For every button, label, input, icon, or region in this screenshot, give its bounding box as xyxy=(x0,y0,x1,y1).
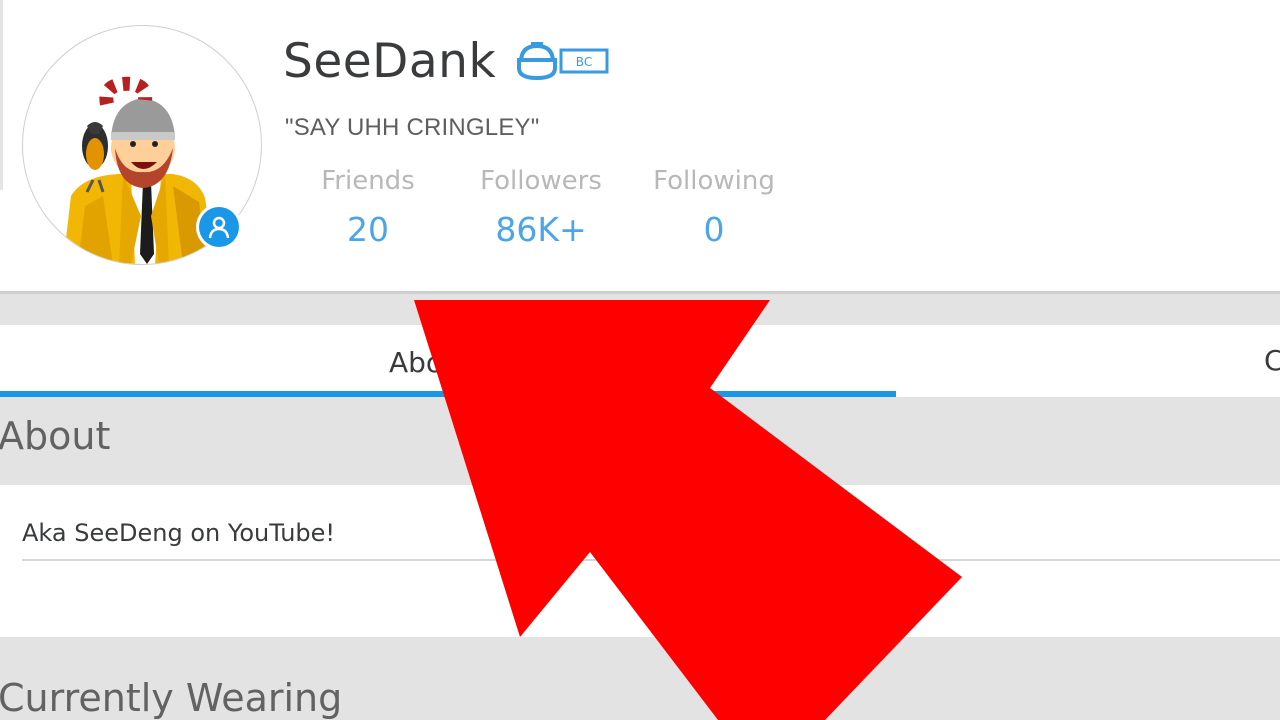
profile-page: SeeDank BC "SAY UHH CRINGLEY" Friends 20… xyxy=(0,0,1280,720)
red-arrow-overlay xyxy=(414,300,962,720)
